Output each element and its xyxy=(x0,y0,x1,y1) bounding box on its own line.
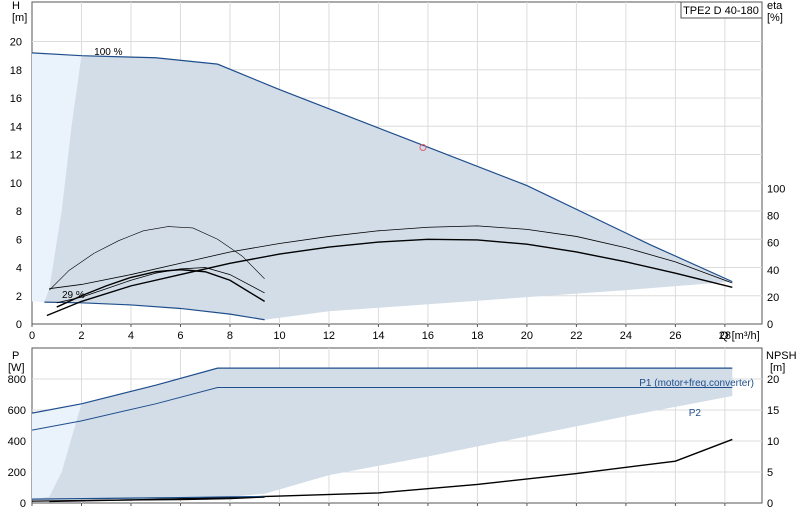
curve-annotation: 29 % xyxy=(62,290,85,301)
power-tick-label: 0 xyxy=(20,498,26,510)
curve-annotation: 100 % xyxy=(94,47,122,58)
npsh-tick-label: 10 xyxy=(767,436,779,448)
head-tick-label: 20 xyxy=(10,37,22,49)
chart-canvas: 100 %29 %P1 (motor+freq.converter)P20 2 4 6… xyxy=(0,0,800,520)
head-tick-label: 6 xyxy=(16,234,22,246)
x-tick-label: 10 xyxy=(273,330,285,342)
efficiency-tick-label: 0 xyxy=(767,319,773,331)
npsh-axis-label: NPSH xyxy=(766,350,797,362)
efficiency-tick-label: 20 xyxy=(767,292,779,304)
x-tick-label: 8 xyxy=(227,330,233,342)
x-tick-label: 16 xyxy=(422,330,434,342)
efficiency-tick-label: 60 xyxy=(767,238,779,250)
head-tick-label: 12 xyxy=(10,150,22,162)
efficiency-axis-label: eta xyxy=(767,0,783,12)
head-axis-unit: [m] xyxy=(12,12,27,24)
chart-title: TPE2 D 40-180 xyxy=(683,5,759,17)
x-axis-label: Q [m³/h] xyxy=(720,330,760,342)
head-tick-label: 8 xyxy=(16,206,22,218)
head-axis-label: H xyxy=(12,0,20,12)
power-axis-unit: [W] xyxy=(8,362,25,374)
npsh-tick-label: 5 xyxy=(767,467,773,479)
x-tick-label: 6 xyxy=(177,330,183,342)
npsh-tick-label: 15 xyxy=(767,405,779,417)
head-tick-label: 10 xyxy=(10,178,22,190)
head-tick-label: 18 xyxy=(10,65,22,77)
x-tick-label: 26 xyxy=(669,330,681,342)
x-tick-label: 4 xyxy=(128,330,134,342)
efficiency-tick-label: 40 xyxy=(767,265,779,277)
efficiency-axis-unit: [%] xyxy=(767,12,783,24)
p2-series-label: P2 xyxy=(689,408,702,419)
power-tick-label: 400 xyxy=(8,436,26,448)
x-tick-label: 20 xyxy=(521,330,533,342)
npsh-tick-label: 0 xyxy=(767,498,773,510)
head-tick-label: 4 xyxy=(16,263,22,275)
power-tick-label: 600 xyxy=(8,405,26,417)
power-tick-label: 200 xyxy=(8,467,26,479)
head-tick-label: 16 xyxy=(10,93,22,105)
head-tick-label: 2 xyxy=(16,291,22,303)
npsh-tick-label: 20 xyxy=(767,374,779,386)
x-tick-label: 12 xyxy=(323,330,335,342)
pump-chart-figure: 100 % 29 % P1 (motor+freq.converter) P2 0 2 4 6… xyxy=(0,0,800,520)
x-tick-label: 22 xyxy=(570,330,582,342)
x-tick-label: 0 xyxy=(29,330,35,342)
efficiency-tick-label: 80 xyxy=(767,211,779,223)
npsh-axis-unit: [m] xyxy=(770,362,785,374)
x-tick-label: 2 xyxy=(78,330,84,342)
x-tick-label: 18 xyxy=(471,330,483,342)
head-tick-label: 14 xyxy=(10,121,22,133)
p1-series-label: P1 (motor+freq.converter) xyxy=(639,378,754,389)
x-tick-label: 24 xyxy=(620,330,632,342)
power-tick-label: 800 xyxy=(8,374,26,386)
efficiency-tick-label: 100 xyxy=(767,184,785,196)
x-tick-label: 14 xyxy=(372,330,384,342)
head-tick-label: 0 xyxy=(16,319,22,331)
power-axis-label: P xyxy=(12,350,19,362)
